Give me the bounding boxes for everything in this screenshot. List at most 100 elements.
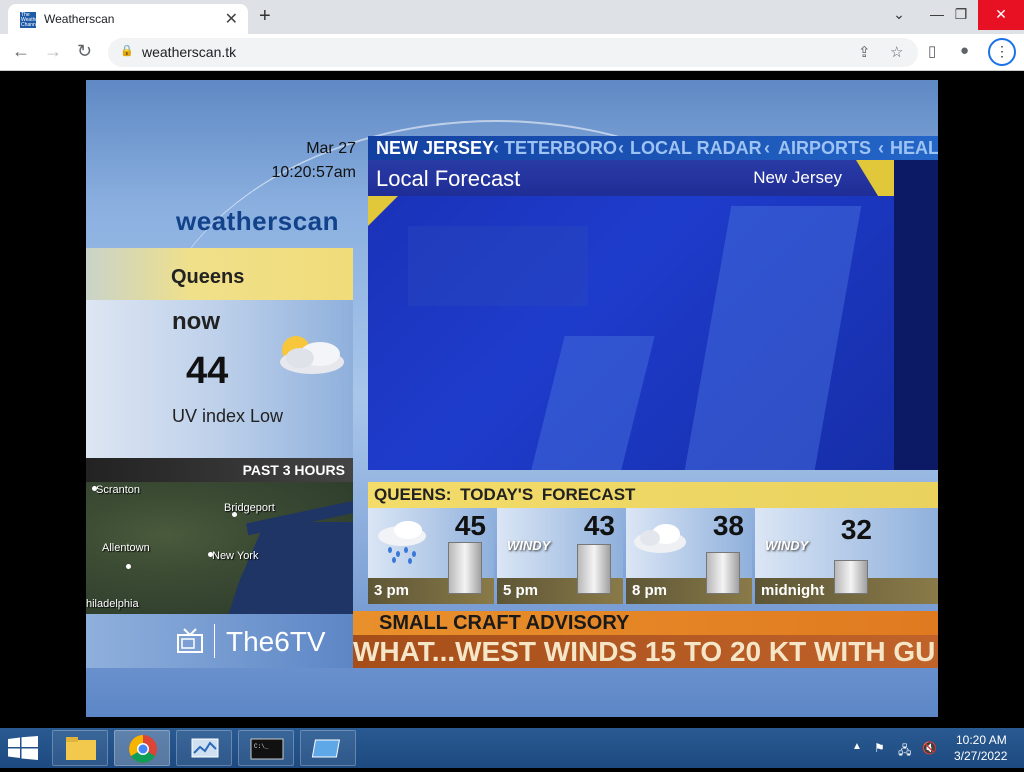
chrome-menu-button[interactable]: ⋮ — [988, 38, 1016, 66]
brand-strip: The6TV — [86, 614, 353, 668]
windows-start-icon[interactable] — [8, 736, 38, 760]
temperature-bar — [706, 552, 740, 594]
network-icon[interactable]: 🖧 — [898, 741, 911, 762]
show-hidden-icons-icon[interactable]: ▲ — [852, 741, 862, 752]
breadcrumb-item: TETERBORO — [504, 138, 618, 158]
forecast-temp: 32 — [840, 514, 872, 545]
chevron-left-icon: ‹ — [878, 138, 884, 158]
map-label-allentown: Allentown — [102, 542, 150, 554]
chrome-icon — [129, 735, 157, 763]
command-prompt-taskbar-button[interactable]: C:\_ — [238, 730, 294, 766]
windows-taskbar: C:\_ ▲ ⚑ 🖧 🔇 10:20 AM 3/27/2022 — [0, 728, 1024, 768]
map-label-scranton: Scranton — [96, 484, 141, 496]
share-icon[interactable]: ⇪ — [858, 43, 871, 61]
breadcrumb-item: LOCAL RADAR — [630, 138, 762, 158]
forecast-panel-background — [368, 196, 894, 470]
monitor-graph-icon — [191, 738, 219, 758]
now-label: now — [172, 308, 220, 335]
forecast-temp: 43 — [583, 510, 615, 541]
forecast-time: 3 pm — [374, 582, 410, 599]
forecast-temp: 38 — [712, 510, 744, 541]
building-graphic — [408, 226, 588, 306]
action-center-flag-icon[interactable]: ⚑ — [874, 741, 885, 755]
panel-title: Local Forecast — [376, 166, 521, 191]
page-viewport: Mar 27 10:20:57am weatherscan Queens now… — [0, 71, 1024, 728]
new-tab-button[interactable]: + — [259, 5, 271, 28]
close-window-button[interactable]: ✕ — [978, 0, 1024, 30]
svg-text:C:\_: C:\_ — [254, 743, 269, 750]
map-label-philadelphia: hiladelphia — [86, 598, 139, 610]
browser-tab-strip: The Weather Channel Weatherscan ✕ + ⌄ — … — [0, 0, 1024, 34]
section-breadcrumb: NEW JERSEY ‹ TETERBORO ‹ LOCAL RADAR ‹ A… — [368, 136, 938, 160]
advisory-title: SMALL CRAFT ADVISORY — [379, 612, 630, 634]
taskbar-clock-date[interactable]: 3/27/2022 — [954, 749, 1007, 763]
weather-channel-favicon-icon: The Weather Channel — [20, 12, 40, 28]
temperature-bar — [834, 560, 868, 594]
bookmark-star-icon[interactable]: ☆ — [890, 43, 903, 61]
advisory-text: WHAT...WEST WINDS 15 TO 20 KT WITH GU — [353, 636, 936, 667]
temperature-bar — [577, 544, 611, 594]
partly-cloudy-icon — [280, 336, 344, 374]
breadcrumb-active: NEW JERSEY — [376, 138, 495, 158]
profile-icon[interactable]: ● — [960, 42, 969, 59]
window-app-icon — [311, 739, 341, 758]
browser-toolbar: ← → ↻ 🔒 weatherscan.tk ⇪ ☆ ▯ ● ⋮ — [0, 34, 1024, 71]
tv-icon — [177, 628, 203, 653]
terminal-icon: C:\_ — [250, 738, 284, 760]
forecast-slot: 45 3 pm — [368, 508, 494, 604]
cloud-icon — [634, 524, 686, 553]
past-3-hours-label: PAST 3 HOURS — [242, 462, 345, 478]
chevron-left-icon: ‹ — [493, 138, 499, 158]
forecast-slot: 38 8 pm — [626, 508, 752, 604]
back-button[interactable]: ← — [12, 41, 30, 62]
taskbar-clock-time[interactable]: 10:20 AM — [956, 733, 1007, 747]
close-tab-icon[interactable]: ✕ — [225, 9, 238, 29]
ocean-area — [226, 522, 353, 614]
current-date: Mar 27 — [306, 140, 356, 157]
forecast-time: 5 pm — [503, 582, 539, 599]
lock-icon[interactable]: 🔒 — [120, 44, 134, 57]
folder-icon — [66, 737, 96, 760]
chrome-taskbar-button[interactable] — [114, 730, 170, 766]
restore-button[interactable]: ❐ — [942, 0, 980, 30]
app-taskbar-button[interactable] — [300, 730, 356, 766]
weatherscan-logo: weatherscan — [176, 206, 340, 236]
file-explorer-taskbar-button[interactable] — [52, 730, 108, 766]
map-label-bridgeport: Bridgeport — [224, 502, 275, 514]
advisory-crawl: WHAT...WEST WINDS 15 TO 20 KT WITH GU — [353, 635, 938, 668]
current-time: 10:20:57am — [271, 164, 356, 181]
weatherscan-screen: Mar 27 10:20:57am weatherscan Queens now… — [86, 80, 938, 717]
reload-button[interactable]: ↻ — [77, 41, 92, 62]
chevron-left-icon: ‹ — [764, 138, 770, 158]
uv-index: UV index Low — [172, 406, 284, 426]
forecast-slot: WINDY 32 midnight — [755, 508, 938, 604]
panel-title-bar: Local Forecast New Jersey — [368, 160, 894, 196]
tab-weatherscan[interactable]: The Weather Channel Weatherscan ✕ — [8, 4, 248, 34]
temperature-bar — [448, 542, 482, 594]
panel-region: New Jersey — [753, 168, 842, 187]
breadcrumb-item: HEAL — [890, 138, 938, 158]
rain-cloud-icon — [378, 521, 426, 564]
breadcrumb-item: AIRPORTS — [778, 138, 872, 158]
forecast-title: QUEENS: TODAY'S FORECAST — [374, 485, 636, 504]
forecast-slots: 45 3 pm WINDY 43 5 pm 38 8 pm WINDY 32 m… — [368, 508, 938, 604]
map-label-new-york: New York — [212, 550, 259, 562]
windy-icon: WINDY — [507, 538, 551, 553]
forecast-header: QUEENS: TODAY'S FORECAST — [368, 482, 938, 508]
advisory-title-bar: SMALL CRAFT ADVISORY — [353, 611, 938, 635]
forecast-time: midnight — [761, 582, 825, 599]
side-panel-icon[interactable]: ▯ — [928, 42, 936, 60]
radar-map: Scranton Bridgeport Allentown New York h… — [86, 482, 353, 614]
address-bar[interactable]: 🔒 weatherscan.tk ⇪ ☆ — [108, 38, 918, 67]
tab-search-icon[interactable]: ⌄ — [880, 0, 918, 30]
current-temperature: 44 — [186, 350, 229, 392]
tab-title: Weatherscan — [44, 12, 115, 26]
forecast-temp: 45 — [454, 510, 486, 541]
chevron-left-icon: ‹ — [618, 138, 624, 158]
forward-button[interactable]: → — [44, 41, 62, 62]
panel-side-strip — [894, 160, 938, 470]
task-manager-taskbar-button[interactable] — [176, 730, 232, 766]
forecast-slot: WINDY 43 5 pm — [497, 508, 623, 604]
forecast-time: 8 pm — [632, 582, 668, 599]
volume-muted-icon[interactable]: 🔇 — [922, 741, 937, 755]
